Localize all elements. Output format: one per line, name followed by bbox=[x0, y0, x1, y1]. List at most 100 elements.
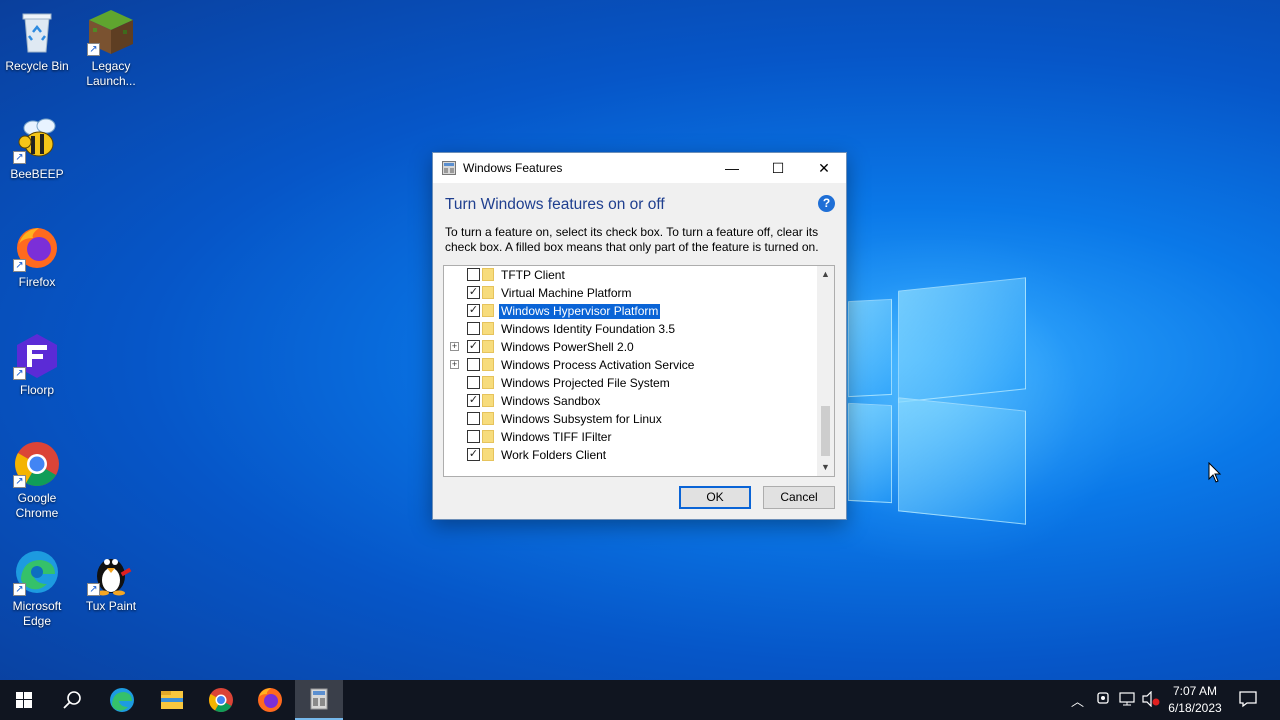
shortcut-arrow-icon: ↗ bbox=[13, 367, 26, 380]
desktop-icon-edge[interactable]: ↗ Microsoft Edge bbox=[0, 548, 74, 629]
start-icon bbox=[16, 692, 32, 708]
feature-checkbox[interactable] bbox=[467, 412, 480, 425]
desktop-icon-chrome[interactable]: ↗ Google Chrome bbox=[0, 440, 74, 521]
feature-row[interactable]: ✓ Virtual Machine Platform bbox=[444, 284, 818, 302]
windows-logo-pane-tl bbox=[848, 298, 892, 398]
desktop-icon-beebeep[interactable]: ↗ BeeBEEP bbox=[0, 116, 74, 182]
folder-icon bbox=[482, 412, 494, 425]
cancel-button[interactable]: Cancel bbox=[763, 486, 835, 509]
tux-icon: ↗ bbox=[87, 548, 135, 596]
close-button[interactable]: ✕ bbox=[801, 153, 847, 183]
folder-icon bbox=[482, 268, 494, 281]
meet-now-icon[interactable] bbox=[1096, 691, 1110, 710]
file-explorer-icon bbox=[161, 691, 183, 709]
shortcut-arrow-icon: ↗ bbox=[13, 151, 26, 164]
edge-icon: ↗ bbox=[13, 548, 61, 596]
desktop-icon-label: BeeBEEP bbox=[10, 167, 64, 181]
desktop-icon-label: Google Chrome bbox=[15, 491, 59, 520]
title-bar[interactable]: Windows Features — ☐ ✕ bbox=[433, 153, 846, 183]
help-icon[interactable]: ? bbox=[818, 195, 835, 212]
folder-icon bbox=[482, 304, 494, 317]
feature-label[interactable]: Work Folders Client bbox=[499, 448, 608, 463]
notifications-icon[interactable] bbox=[1239, 690, 1257, 711]
expand-plus-icon[interactable]: + bbox=[450, 360, 459, 369]
scroll-up-arrow-icon[interactable]: ▲ bbox=[817, 266, 834, 283]
feature-checkbox[interactable] bbox=[467, 376, 480, 389]
floorp-icon: ↗ bbox=[13, 332, 61, 380]
feature-label[interactable]: Windows Projected File System bbox=[499, 376, 672, 391]
folder-icon bbox=[482, 358, 494, 371]
folder-icon bbox=[482, 286, 494, 299]
system-clock[interactable]: 7:07 AM 6/18/2023 bbox=[1160, 683, 1230, 717]
clock-time: 7:07 AM bbox=[1172, 684, 1218, 698]
feature-label[interactable]: Windows Identity Foundation 3.5 bbox=[499, 322, 677, 337]
feature-label[interactable]: Windows TIFF IFilter bbox=[499, 430, 613, 445]
scroll-down-arrow-icon[interactable]: ▼ bbox=[817, 459, 834, 476]
desktop-icon-label: Floorp bbox=[19, 383, 54, 397]
feature-checkbox[interactable]: ✓ bbox=[467, 394, 480, 407]
feature-row[interactable]: Windows Projected File System bbox=[444, 374, 818, 392]
feature-checkbox[interactable]: ✓ bbox=[467, 448, 480, 461]
feature-checkbox[interactable]: ✓ bbox=[467, 340, 480, 353]
bee-icon: ↗ bbox=[13, 116, 61, 164]
feature-checkbox[interactable] bbox=[467, 430, 480, 443]
scrollbar-thumb[interactable] bbox=[821, 406, 830, 456]
feature-label[interactable]: TFTP Client bbox=[499, 268, 567, 283]
windows-features-dialog: Windows Features — ☐ ✕ Turn Windows feat… bbox=[432, 152, 847, 520]
taskbar-search-button[interactable] bbox=[48, 680, 96, 720]
feature-row[interactable]: TFTP Client bbox=[444, 266, 818, 284]
network-icon[interactable] bbox=[1119, 691, 1135, 710]
feature-checkbox[interactable] bbox=[467, 268, 480, 281]
shortcut-arrow-icon: ↗ bbox=[13, 259, 26, 272]
maximize-button[interactable]: ☐ bbox=[755, 153, 801, 183]
desktop-icon-label: Tux Paint bbox=[85, 599, 137, 613]
taskbar: ︿ 7:07 AM 6/18/2023 bbox=[0, 680, 1280, 720]
feature-label[interactable]: Windows Subsystem for Linux bbox=[499, 412, 664, 427]
desktop-icon-tux-paint[interactable]: ↗ Tux Paint bbox=[74, 548, 148, 614]
shortcut-arrow-icon: ↗ bbox=[87, 583, 100, 596]
desktop-icon-floorp[interactable]: ↗ Floorp bbox=[0, 332, 74, 398]
taskbar-windows-features[interactable] bbox=[295, 680, 343, 720]
desktop-icon-firefox[interactable]: ↗ Firefox bbox=[0, 224, 74, 290]
feature-checkbox[interactable] bbox=[467, 358, 480, 371]
dialog-heading: Turn Windows features on or off bbox=[445, 196, 665, 213]
desktop-icon-label: Legacy Launch... bbox=[86, 59, 136, 88]
feature-label[interactable]: Windows PowerShell 2.0 bbox=[499, 340, 636, 355]
desktop-icon-recycle-bin[interactable]: Recycle Bin bbox=[0, 8, 74, 74]
minecraft-block-icon: ↗ bbox=[87, 8, 135, 56]
taskbar-chrome[interactable] bbox=[197, 680, 245, 720]
window-title: Windows Features bbox=[463, 161, 563, 175]
feature-label[interactable]: Windows Sandbox bbox=[499, 394, 602, 409]
taskbar-firefox[interactable] bbox=[246, 680, 294, 720]
feature-label[interactable]: Windows Hypervisor Platform bbox=[497, 303, 662, 320]
taskbar-edge[interactable] bbox=[98, 680, 146, 720]
desktop-icon-label: Microsoft Edge bbox=[12, 599, 62, 628]
ok-button[interactable]: OK bbox=[679, 486, 751, 509]
volume-muted-icon[interactable] bbox=[1142, 690, 1160, 710]
feature-row[interactable]: ✓ Windows Sandbox bbox=[444, 392, 818, 410]
feature-row[interactable]: + Windows Process Activation Service bbox=[444, 356, 818, 374]
show-hidden-icons-chevron-icon[interactable]: ︿ bbox=[1071, 691, 1084, 710]
feature-row[interactable]: + ✓ Windows PowerShell 2.0 bbox=[444, 338, 818, 356]
taskbar-file-explorer[interactable] bbox=[148, 680, 196, 720]
chrome-icon bbox=[208, 688, 233, 713]
feature-row[interactable]: Windows TIFF IFilter bbox=[444, 428, 818, 446]
desktop-icon-label: Recycle Bin bbox=[5, 59, 69, 73]
feature-row[interactable]: ✓ Work Folders Client bbox=[444, 446, 818, 464]
vertical-scrollbar[interactable]: ▲ ▼ bbox=[817, 266, 834, 476]
minimize-button[interactable]: — bbox=[709, 153, 755, 183]
dialog-description: To turn a feature on, select its check b… bbox=[445, 225, 819, 254]
feature-checkbox[interactable] bbox=[467, 322, 480, 335]
start-button[interactable] bbox=[0, 680, 48, 720]
feature-checkbox[interactable]: ✓ bbox=[467, 304, 480, 317]
feature-row[interactable]: Windows Subsystem for Linux bbox=[444, 410, 818, 428]
windows-logo-pane-tr bbox=[898, 277, 1026, 403]
mouse-cursor-icon bbox=[1208, 462, 1222, 483]
feature-checkbox[interactable]: ✓ bbox=[467, 286, 480, 299]
desktop-icon-legacy-launcher[interactable]: ↗ Legacy Launch... bbox=[74, 8, 148, 89]
feature-label[interactable]: Virtual Machine Platform bbox=[499, 286, 634, 301]
expand-plus-icon[interactable]: + bbox=[450, 342, 459, 351]
feature-label[interactable]: Windows Process Activation Service bbox=[499, 358, 696, 373]
feature-row[interactable]: ✓ Windows Hypervisor Platform bbox=[444, 302, 818, 320]
feature-row[interactable]: Windows Identity Foundation 3.5 bbox=[444, 320, 818, 338]
